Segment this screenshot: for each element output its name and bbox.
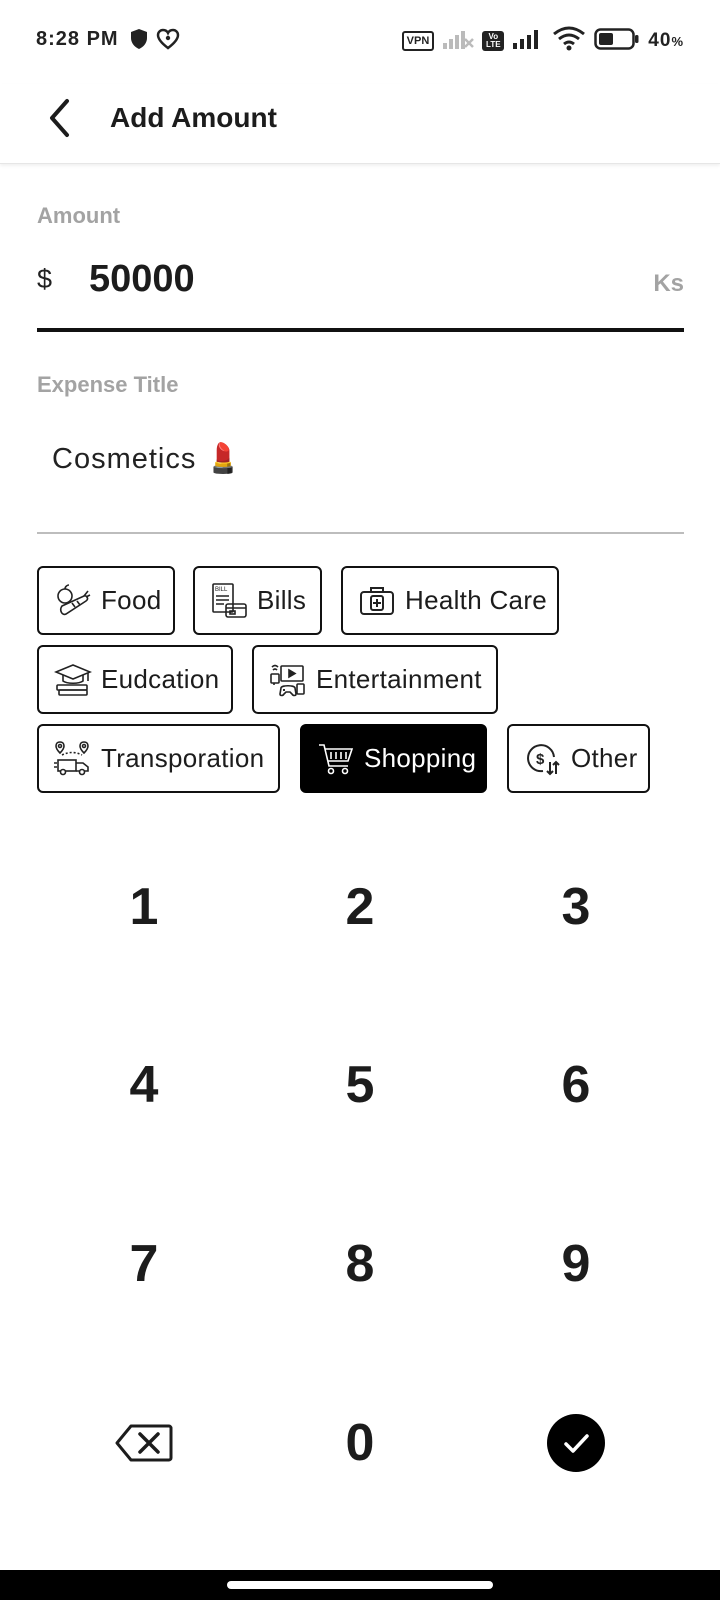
wifi-icon — [552, 26, 586, 57]
backspace-icon — [115, 1424, 173, 1462]
money-exchange-icon: $ — [523, 739, 563, 779]
category-label: Entertainment — [316, 664, 482, 694]
category-label: Food — [101, 585, 162, 615]
food-icon — [53, 581, 93, 621]
category-label: Other — [571, 743, 638, 773]
graduation-cap-icon — [53, 660, 93, 700]
category-chip-health-care[interactable]: Health Care — [341, 566, 559, 635]
category-chip-other[interactable]: $ Other — [507, 724, 650, 793]
category-chip-food[interactable]: Food — [37, 566, 175, 635]
keypad-key-7[interactable]: 7 — [44, 1199, 244, 1329]
back-arrow-icon — [50, 99, 69, 137]
signal-icon — [512, 28, 544, 55]
medical-kit-icon — [357, 581, 397, 621]
shield-icon — [130, 28, 148, 55]
vpn-icon: VPN — [401, 31, 435, 51]
expense-title-field — [37, 420, 684, 534]
checkmark-icon — [564, 1434, 589, 1453]
keypad-key-1[interactable]: 1 — [44, 842, 244, 972]
keypad-key-0[interactable]: 0 — [260, 1378, 460, 1508]
shopping-cart-icon — [316, 739, 356, 779]
keypad-key-4[interactable]: 4 — [44, 1020, 244, 1150]
category-label: Shopping — [364, 743, 477, 773]
category-label: Health Care — [405, 585, 548, 615]
category-chip-entertainment[interactable]: Entertainment — [252, 645, 498, 714]
currency-unit: Ks — [653, 270, 684, 297]
keypad-key-8[interactable]: 8 — [260, 1199, 460, 1329]
category-chip-shopping[interactable]: Shopping — [300, 724, 487, 793]
amount-label: Amount — [37, 203, 121, 228]
category-label: Bills — [257, 585, 307, 615]
delivery-truck-icon — [53, 739, 93, 779]
keypad-key-5[interactable]: 5 — [260, 1020, 460, 1150]
status-time: 8:28 PM — [36, 28, 119, 50]
home-indicator[interactable] — [227, 1581, 493, 1589]
category-chip-bills[interactable]: BILL Bills — [193, 566, 322, 635]
svg-text:BILL: BILL — [215, 587, 228, 593]
system-nav-bar — [0, 1570, 720, 1600]
category-label: Eudcation — [101, 664, 220, 694]
entertainment-icon — [268, 660, 308, 700]
keypad-key-3[interactable]: 3 — [476, 842, 676, 972]
heart-icon — [156, 28, 180, 55]
bill-icon: BILL — [209, 581, 249, 621]
status-bar: 8:28 PM VPN Vo LTE 40% — [0, 0, 720, 84]
battery-percentage: 40% — [648, 30, 684, 51]
keypad-key-6[interactable]: 6 — [476, 1020, 676, 1150]
expense-title-input[interactable] — [52, 442, 612, 475]
expense-title-label: Expense Title — [37, 372, 179, 397]
page-title: Add Amount — [110, 102, 277, 133]
amount-field: $ Ks — [37, 250, 684, 332]
category-chip-education[interactable]: Eudcation — [37, 645, 233, 714]
backspace-button[interactable] — [44, 1378, 244, 1508]
app-bar: Add Amount — [0, 84, 720, 164]
svg-text:$: $ — [536, 751, 545, 768]
currency-symbol: $ — [37, 264, 53, 294]
amount-input[interactable] — [89, 258, 589, 301]
keypad-key-9[interactable]: 9 — [476, 1199, 676, 1329]
confirm-button[interactable] — [476, 1378, 676, 1508]
keypad-key-2[interactable]: 2 — [260, 842, 460, 972]
no-signal-icon — [442, 28, 475, 55]
battery-icon — [594, 27, 640, 56]
back-button[interactable] — [36, 94, 84, 142]
category-chip-transportation[interactable]: Transporation — [37, 724, 280, 793]
category-label: Transporation — [101, 743, 265, 773]
volte-icon: Vo LTE — [482, 31, 505, 51]
